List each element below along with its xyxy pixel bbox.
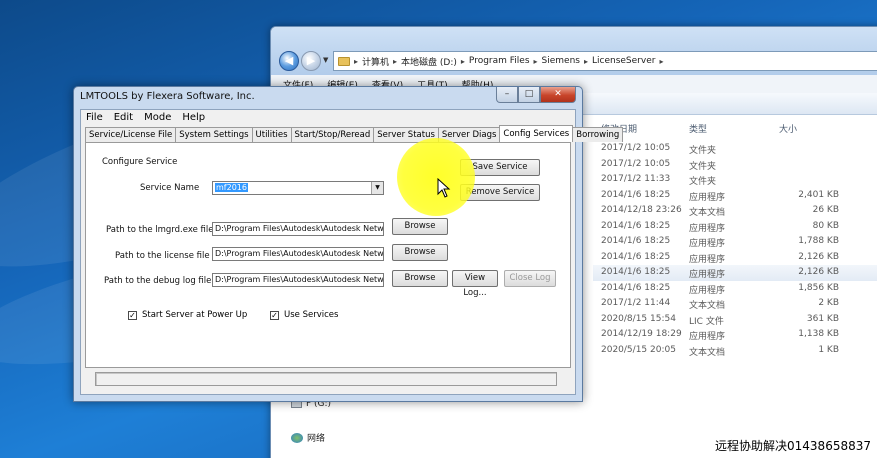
watermark-text: 远程协助解决01438658837 [715,439,871,453]
mouse-cursor-icon [437,178,451,198]
address-bar[interactable]: ▸ 计算机 ▸ 本地磁盘 (D:) ▸ Program Files ▸ Siem… [333,51,877,71]
tab-utilities[interactable]: Utilities [251,127,292,142]
column-headers: 修改日期 类型 大小 [593,119,877,137]
lmtools-window: LMTOOLS by Flexera Software, Inc. – □ ✕ … [73,86,624,402]
minimize-icon[interactable]: – [496,87,518,103]
forward-arrow-icon[interactable]: ▶ [301,51,321,71]
window-controls: – □ ✕ [496,87,576,103]
menu-mode[interactable]: Mode [144,112,171,123]
breadcrumb-drive[interactable]: 本地磁盘 (D:) [401,55,457,68]
back-arrow-icon[interactable]: ◀ [279,51,299,71]
table-row[interactable]: 2017/1/2 11:33 文件夹 [593,172,877,188]
tab-service-license-file[interactable]: Service/License File [85,127,177,142]
lmtools-menubar: File Edit Mode Help [81,110,575,125]
configure-service-label: Configure Service [102,157,178,167]
chevron-right-icon: ▸ [583,56,588,66]
table-row[interactable]: 2020/8/15 15:54 LIC 文件 361 KB [593,312,877,328]
tab-start-stop-reread[interactable]: Start/Stop/Reread [290,127,375,142]
chevron-right-icon: ▸ [393,56,398,66]
table-row[interactable]: 2014/1/6 18:25 应用程序 1,788 KB [593,234,877,250]
lmgrd-path-input[interactable]: D:\Program Files\Autodesk\Autodesk Netwo… [212,222,384,236]
table-row[interactable]: 2014/1/6 18:25 应用程序 2,401 KB [593,188,877,204]
browse-lmgrd-button[interactable]: Browse [392,218,448,235]
lmtools-client: File Edit Mode Help Service/License File… [80,109,624,395]
tab-server-diags[interactable]: Server Diags [437,127,501,142]
table-row[interactable]: 2020/5/15 20:05 文本文档 1 KB [593,343,877,359]
view-log-button[interactable]: View Log... [452,270,498,298]
tab-config-services[interactable]: Config Services [499,125,574,142]
menu-file[interactable]: File [86,112,103,123]
use-services-checkbox[interactable]: ✓ Use Services [270,310,338,320]
debug-log-path-label: Path to the debug log file [104,276,212,286]
breadcrumb-computer[interactable]: 计算机 [362,55,389,68]
tab-system-settings[interactable]: System Settings [175,127,253,142]
use-services-label: Use Services [284,310,339,320]
lmgrd-path-label: Path to the lmgrd.exe file [106,225,214,235]
table-row[interactable]: 2014/12/18 23:26 文本文档 26 KB [593,203,877,219]
service-name-value: mf2016 [215,183,248,192]
config-services-panel: Configure Service Service Name mf2016 ▼ … [85,142,571,368]
checkmark-icon: ✓ [270,310,279,320]
nav-pane-label: 网络 [307,434,326,444]
network-icon [291,432,303,443]
table-row[interactable]: 2014/1/6 18:25 应用程序 2,126 KB [593,250,877,266]
table-row[interactable]: 2017/1/2 10:05 文件夹 [593,157,877,173]
chevron-right-icon: ▸ [354,56,359,66]
breadcrumb-program-files[interactable]: Program Files [469,56,530,66]
column-header-size[interactable]: 大小 [779,122,797,135]
chevron-down-icon[interactable]: ▼ [371,182,383,194]
service-name-combobox[interactable]: mf2016 ▼ [212,181,384,195]
remove-service-button[interactable]: Remove Service [460,184,540,201]
table-row[interactable]: 2014/1/6 18:25 应用程序 80 KB [593,219,877,235]
status-bar [95,372,557,386]
menu-edit[interactable]: Edit [114,112,133,123]
table-row[interactable]: 2017/1/2 10:05 文件夹 [593,141,877,157]
close-log-button[interactable]: Close Log [504,270,556,287]
history-dropdown-icon[interactable]: ▼ [323,56,328,64]
table-row[interactable]: 2017/1/2 11:44 文本文档 2 KB [593,296,877,312]
license-path-label: Path to the license file [115,251,210,261]
license-path-input[interactable]: D:\Program Files\Autodesk\Autodesk Netwo… [212,247,384,261]
tab-strip: Service/License File System Settings Uti… [85,125,624,142]
folder-icon [338,56,350,66]
service-name-label: Service Name [140,183,200,193]
table-row[interactable]: 2014/12/19 18:29 应用程序 1,138 KB [593,327,877,343]
menu-help[interactable]: Help [182,112,205,123]
start-at-power-up-label: Start Server at Power Up [142,310,248,320]
close-icon[interactable]: ✕ [540,87,576,103]
chevron-right-icon: ▸ [460,56,465,66]
start-at-power-up-checkbox[interactable]: ✓ Start Server at Power Up [128,310,247,320]
tab-server-status[interactable]: Server Status [373,127,439,142]
window-title: LMTOOLS by Flexera Software, Inc. [80,91,255,102]
save-service-button[interactable]: Save Service [460,159,540,176]
chevron-right-icon: ▸ [659,56,664,66]
nav-pane-network[interactable]: 网络 [291,431,325,444]
table-row[interactable]: 2014/1/6 18:25 应用程序 1,856 KB [593,281,877,297]
breadcrumb-licenseserver[interactable]: LicenseServer [592,56,655,66]
file-list: 2017/1/2 10:05 文件夹 2017/1/2 10:05 文件夹 2017… [593,141,877,358]
breadcrumb-siemens[interactable]: Siemens [542,56,580,66]
browse-license-button[interactable]: Browse [392,244,448,261]
chevron-right-icon: ▸ [533,56,538,66]
table-row-selected[interactable]: 2014/1/6 18:25 应用程序 2,126 KB [593,265,877,281]
checkmark-icon: ✓ [128,310,137,320]
maximize-icon[interactable]: □ [518,87,540,103]
browse-debug-log-button[interactable]: Browse [392,270,448,287]
column-header-type[interactable]: 类型 [689,122,707,135]
tab-borrowing[interactable]: Borrowing [572,127,624,142]
debug-log-path-input[interactable]: D:\Program Files\Autodesk\Autodesk Netwo… [212,273,384,287]
